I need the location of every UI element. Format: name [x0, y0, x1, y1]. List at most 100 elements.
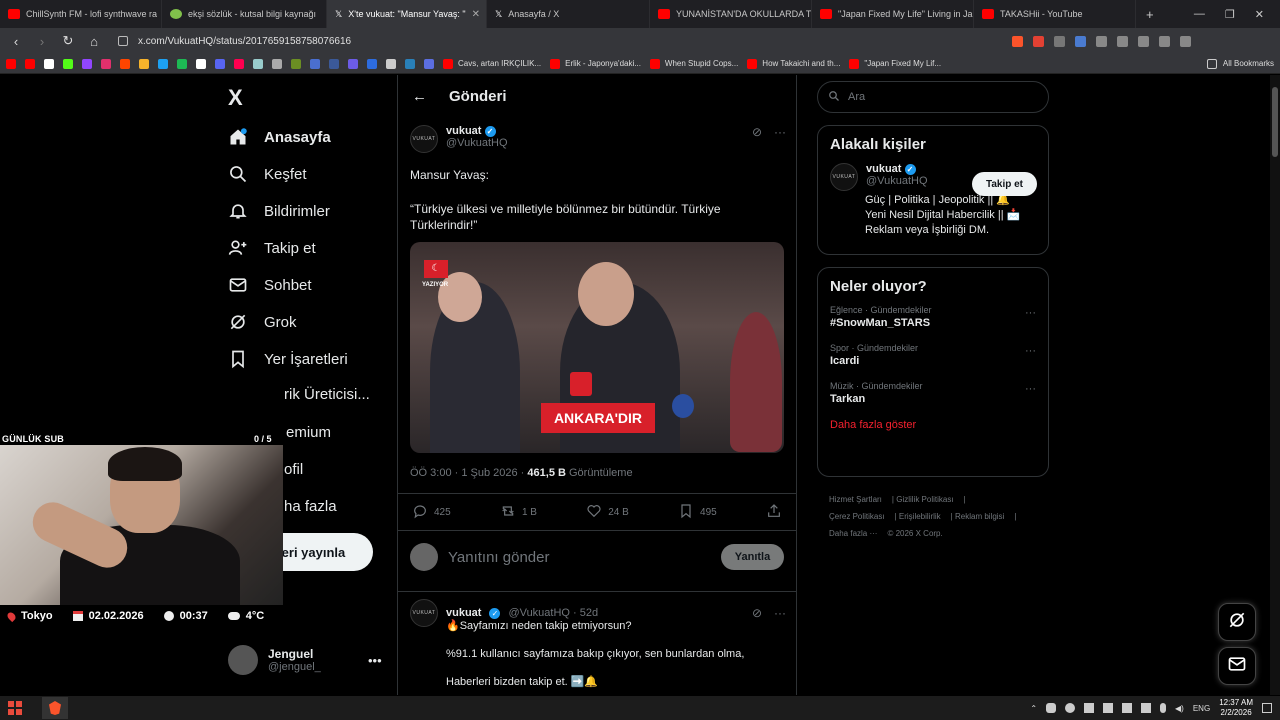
nav-more[interactable]: ha fazla — [284, 498, 337, 515]
author-name[interactable]: vukuat — [866, 163, 901, 175]
reply-submit-button[interactable]: Yanıtla — [721, 544, 784, 570]
bookmark-item[interactable]: Erlik - Japonya'daki... — [550, 58, 641, 69]
nav-chat[interactable]: Sohbet — [228, 275, 312, 295]
footer-link[interactable]: Reklam bilgisi — [955, 512, 1004, 521]
extension-icon[interactable] — [1075, 35, 1086, 47]
bookmark-favicon[interactable] — [25, 58, 35, 69]
bookmark-favicon[interactable] — [253, 58, 263, 69]
tray-app-icon[interactable] — [1046, 703, 1057, 713]
like-button[interactable]: 24 B — [586, 503, 629, 522]
footer-link[interactable]: Erişilebilirlik — [899, 512, 941, 521]
extensions-icon[interactable] — [1096, 35, 1107, 47]
bookmark-favicon[interactable] — [139, 58, 149, 69]
messages-fab-button[interactable] — [1218, 647, 1256, 685]
trend-item[interactable]: Spor · Gündemdekiler Icardi ··· — [818, 343, 1048, 367]
bookmark-favicon[interactable] — [424, 58, 434, 69]
all-bookmarks[interactable]: All Bookmarks — [1206, 58, 1274, 69]
bookmark-item[interactable]: Cavs, artan IRKÇILIK... — [443, 58, 541, 69]
grok-icon[interactable]: ⊘ — [752, 125, 762, 139]
author-handle[interactable]: @VukuatHQ — [446, 137, 508, 149]
bookmark-favicon[interactable] — [82, 58, 92, 69]
grok-fab-button[interactable] — [1218, 603, 1256, 641]
bookmark-favicon[interactable] — [348, 58, 358, 69]
bookmark-favicon[interactable] — [329, 58, 339, 69]
back-arrow-icon[interactable]: ← — [412, 88, 427, 105]
tray-app-icon[interactable] — [1122, 703, 1133, 713]
nav-profile[interactable]: ofil — [284, 461, 303, 478]
follow-button[interactable]: Takip et — [972, 172, 1037, 196]
reload-icon[interactable]: ↻ — [60, 33, 76, 49]
trend-item[interactable]: Müzik · Gündemdekiler Tarkan ··· — [818, 381, 1048, 405]
volume-icon[interactable]: ◀) — [1175, 704, 1184, 713]
forward-icon[interactable]: › — [34, 34, 50, 49]
minimize-icon[interactable]: — — [1194, 8, 1205, 20]
back-icon[interactable]: ‹ — [8, 34, 24, 49]
menu-icon[interactable] — [1180, 35, 1191, 47]
close-window-icon[interactable]: ✕ — [1255, 8, 1264, 21]
avatar[interactable]: VUKUAT — [410, 599, 438, 627]
bookmark-item[interactable]: How Takaichi and th... — [747, 58, 840, 69]
wallet-icon[interactable] — [1138, 35, 1149, 47]
sidebar-icon[interactable] — [1117, 35, 1128, 47]
reply-button[interactable]: 425 — [412, 503, 451, 522]
windows-start-icon[interactable] — [8, 701, 22, 715]
close-tab-icon[interactable]: ✕ — [466, 9, 480, 20]
more-icon[interactable]: ··· — [774, 606, 786, 620]
bookmark-favicon[interactable] — [177, 58, 187, 69]
address-bar[interactable]: x.com/VukuatHQ/status/201765915875807661… — [112, 31, 1002, 51]
bookmark-favicon[interactable] — [6, 58, 16, 69]
more-icon[interactable]: ••• — [368, 653, 382, 668]
page-scrollbar[interactable] — [1270, 75, 1280, 695]
account-switcher[interactable]: Jenguel @jenguel_ ••• — [228, 645, 382, 675]
tray-app-icon[interactable] — [1141, 703, 1152, 713]
tweet-timestamp[interactable]: ÖÖ 3:00 · 1 Şub 2026 · — [410, 467, 527, 479]
chevron-up-icon[interactable]: ⌃ — [1030, 704, 1037, 713]
reply-input[interactable]: Yanıtını gönder — [448, 549, 549, 566]
browser-tab[interactable]: 𝕏 Anasayfa / X — [487, 0, 650, 28]
bookmark-item[interactable]: When Stupid Cops... — [649, 58, 738, 69]
bookmark-favicon[interactable] — [367, 58, 377, 69]
bookmark-favicon[interactable] — [234, 58, 244, 69]
more-icon[interactable]: ··· — [1025, 383, 1036, 395]
maximize-icon[interactable]: ❐ — [1225, 8, 1235, 21]
more-icon[interactable]: ··· — [1025, 345, 1036, 357]
new-tab-icon[interactable]: + — [1136, 7, 1154, 22]
nav-grok[interactable]: Grok — [228, 312, 297, 332]
tweet-media-image[interactable]: ☾ YAZIYOR ANKARA'DIR — [410, 242, 784, 453]
trend-item[interactable]: Eğlence · Gündemdekiler #SnowMan_STARS ·… — [818, 305, 1048, 329]
avatar[interactable]: VUKUAT — [410, 125, 438, 153]
footer-link[interactable]: Hizmet Şartları — [829, 495, 882, 504]
bookmark-favicon[interactable] — [291, 58, 301, 69]
browser-tab[interactable]: YUNANİSTAN'DA OKULLARDA TÜRK — [650, 0, 812, 28]
home-browser-icon[interactable]: ⌂ — [86, 34, 102, 49]
browser-tab[interactable]: TAKASHii - YouTube — [974, 0, 1136, 28]
bookmark-favicon[interactable] — [44, 58, 54, 69]
share-button[interactable] — [766, 503, 782, 522]
brave-shields-icon[interactable] — [1012, 35, 1023, 47]
repost-button[interactable]: 1 B — [500, 503, 537, 522]
author-name[interactable]: vukuat — [446, 607, 481, 619]
bookmark-favicon[interactable] — [310, 58, 320, 69]
footer-link[interactable]: Daha fazla ··· — [829, 529, 877, 538]
reply-tweet[interactable]: VUKUAT vukuat ✓ @VukuatHQ · 52d ⊘ ··· 🔥S… — [410, 599, 786, 703]
notifications-icon[interactable] — [1262, 703, 1272, 713]
bookmark-favicon[interactable] — [158, 58, 168, 69]
x-logo[interactable]: X — [228, 85, 243, 111]
bookmark-favicon[interactable] — [196, 58, 206, 69]
microphone-icon[interactable] — [1160, 703, 1167, 713]
bookmark-button[interactable]: 495 — [678, 503, 717, 522]
browser-tab[interactable]: "Japan Fixed My Life" Living in Japan — [812, 0, 974, 28]
grok-icon[interactable]: ⊘ — [752, 606, 762, 620]
brave-browser-icon[interactable] — [42, 697, 68, 719]
bookmark-item[interactable]: "Japan Fixed My Lif... — [849, 58, 941, 69]
taskbar-clock[interactable]: 12:37 AM 2/2/2026 — [1219, 698, 1253, 718]
nav-premium[interactable]: emium — [286, 424, 331, 441]
avatar[interactable]: VUKUAT — [830, 163, 858, 191]
scrollbar-thumb[interactable] — [1272, 87, 1278, 157]
browser-tab[interactable]: ekşi sözlük - kutsal bilgi kaynağı — [162, 0, 327, 28]
more-icon[interactable]: ··· — [1025, 307, 1036, 319]
author-name[interactable]: vukuat — [446, 125, 481, 137]
browser-tab[interactable]: ChillSynth FM - lofi synthwave ra — [0, 0, 162, 28]
author-handle[interactable]: @VukuatHQ · 52d — [508, 607, 598, 619]
nav-bookmarks[interactable]: Yer İşaretleri — [228, 349, 348, 369]
